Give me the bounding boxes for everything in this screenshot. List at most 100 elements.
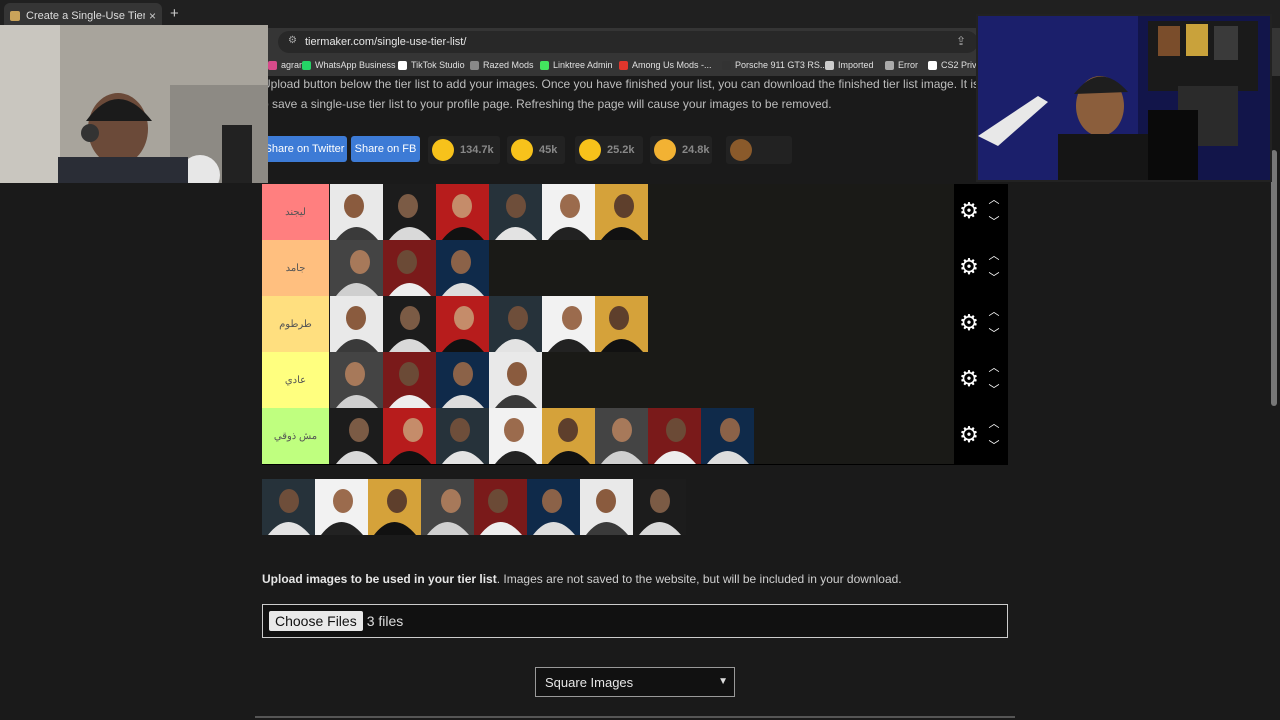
pool-item-image[interactable] xyxy=(421,479,474,535)
tier-item-image[interactable] xyxy=(542,184,595,240)
tier-item-image[interactable] xyxy=(489,296,542,352)
tier-item-image[interactable] xyxy=(436,184,489,240)
portrait-image xyxy=(489,296,542,352)
reaction-button-4[interactable] xyxy=(726,136,792,164)
chevron-down-icon[interactable]: ﹀ xyxy=(986,328,1002,340)
chevron-up-icon[interactable]: ︿ xyxy=(986,418,1002,430)
bookmark-8[interactable]: Error xyxy=(885,60,918,70)
pool-item-image[interactable] xyxy=(527,479,580,535)
heart-eyes-emoji-icon xyxy=(511,139,533,161)
tier-label[interactable]: مش ذوقي xyxy=(262,408,329,464)
chevron-down-icon[interactable]: ﹀ xyxy=(986,384,1002,396)
pool-item-image[interactable] xyxy=(580,479,633,535)
pool-item-image[interactable] xyxy=(633,479,686,535)
bookmark-label: Razed Mods xyxy=(483,60,534,70)
portrait-image xyxy=(542,296,595,352)
tier-item-image[interactable] xyxy=(383,352,436,408)
pool-item-image[interactable] xyxy=(262,479,315,535)
chevron-up-icon[interactable]: ︿ xyxy=(986,250,1002,262)
reaction-button-3[interactable]: 24.8k xyxy=(650,136,712,164)
portrait-image xyxy=(595,184,648,240)
tier-item-image[interactable] xyxy=(595,408,648,464)
file-upload-input[interactable]: Choose Files 3 files xyxy=(262,604,1008,638)
tier-label[interactable]: طرطوم xyxy=(262,296,329,352)
portrait-image xyxy=(436,352,489,408)
tier-controls: ⚙ ︿ ﹀ xyxy=(954,408,1008,464)
tier-item-image[interactable] xyxy=(383,408,436,464)
pool-item-image[interactable] xyxy=(474,479,527,535)
bookmark-1[interactable]: WhatsApp Business xyxy=(302,60,396,70)
pool-item-image[interactable] xyxy=(315,479,368,535)
gear-icon[interactable]: ⚙ xyxy=(958,312,980,334)
tier-item-image[interactable] xyxy=(595,184,648,240)
bookmark-7[interactable]: Imported xyxy=(825,60,874,70)
tier-item-image[interactable] xyxy=(330,296,383,352)
tier-item-image[interactable] xyxy=(648,408,701,464)
tier-item-image[interactable] xyxy=(489,408,542,464)
portrait-image xyxy=(489,352,542,408)
chevron-up-icon[interactable]: ︿ xyxy=(986,194,1002,206)
share-facebook-button[interactable]: Share on FB xyxy=(351,136,420,162)
portrait-image xyxy=(330,296,383,352)
gear-icon[interactable]: ⚙ xyxy=(958,424,980,446)
tier-item-image[interactable] xyxy=(383,296,436,352)
tier-item-image[interactable] xyxy=(383,184,436,240)
choose-files-button[interactable]: Choose Files xyxy=(269,611,363,631)
bookmark-5[interactable]: Among Us Mods -... xyxy=(619,60,712,70)
share-twitter-button[interactable]: Share on Twitter xyxy=(262,136,347,162)
gear-icon[interactable]: ⚙ xyxy=(958,256,980,278)
reaction-button-1[interactable]: 45k xyxy=(507,136,565,164)
chevron-up-icon[interactable]: ︿ xyxy=(986,306,1002,318)
bookmark-2[interactable]: TikTok Studio xyxy=(398,60,465,70)
new-tab-button[interactable]: + xyxy=(170,5,179,22)
tier-item-image[interactable] xyxy=(595,296,648,352)
tier-item-image[interactable] xyxy=(701,408,754,464)
bookmark-label: Error xyxy=(898,60,918,70)
tier-items xyxy=(330,296,648,352)
smile-emoji-icon xyxy=(432,139,454,161)
tier-label[interactable]: ليجند xyxy=(262,184,329,240)
gear-icon[interactable]: ⚙ xyxy=(958,368,980,390)
tier-item-image[interactable] xyxy=(436,352,489,408)
tier-label[interactable]: عادي xyxy=(262,352,329,408)
reaction-button-0[interactable]: 134.7k xyxy=(428,136,500,164)
tier-item-image[interactable] xyxy=(330,240,383,296)
tier-item-image[interactable] xyxy=(436,408,489,464)
bookmark-3[interactable]: Razed Mods xyxy=(470,60,534,70)
image-style-select[interactable]: Square Images ▼ xyxy=(535,667,735,697)
reaction-button-2[interactable]: 25.2k xyxy=(575,136,643,164)
upload-instructions-rest: . Images are not saved to the website, b… xyxy=(496,572,902,586)
tier-item-image[interactable] xyxy=(489,184,542,240)
tier-item-image[interactable] xyxy=(489,352,542,408)
portrait-image xyxy=(489,184,542,240)
chevron-down-icon[interactable]: ﹀ xyxy=(986,272,1002,284)
tier-item-image[interactable] xyxy=(330,408,383,464)
site-info-icon[interactable]: ⚙ xyxy=(288,35,297,46)
bookmark-label: Among Us Mods -... xyxy=(632,60,712,70)
pool-item-image[interactable] xyxy=(368,479,421,535)
tier-item-image[interactable] xyxy=(542,296,595,352)
tab-close-icon[interactable]: × xyxy=(149,9,156,23)
page-scrollbar[interactable] xyxy=(1271,150,1277,406)
tier-item-image[interactable] xyxy=(436,296,489,352)
bookmark-6[interactable]: Porsche 911 GT3 RS... xyxy=(722,60,827,70)
gear-icon[interactable]: ⚙ xyxy=(958,200,980,222)
chevron-up-icon[interactable]: ︿ xyxy=(986,362,1002,374)
image-style-selected: Square Images xyxy=(545,674,634,690)
chevron-down-icon[interactable]: ﹀ xyxy=(986,216,1002,228)
tier-label[interactable]: جامد xyxy=(262,240,329,296)
bookmark-0[interactable]: agram xyxy=(268,60,307,70)
tier-item-image[interactable] xyxy=(436,240,489,296)
url-text[interactable]: tiermaker.com/single-use-tier-list/ xyxy=(305,36,466,48)
portrait-image xyxy=(330,184,383,240)
tier-item-image[interactable] xyxy=(330,184,383,240)
bookmark-favicon-icon xyxy=(540,60,549,70)
bookmark-4[interactable]: Linktree Admin xyxy=(540,60,613,70)
bookmark-favicon-icon xyxy=(268,60,277,70)
tier-row: ليجند ⚙ ︿ ﹀ xyxy=(262,184,1008,241)
share-page-icon[interactable]: ⇪ xyxy=(956,34,966,48)
tier-item-image[interactable] xyxy=(330,352,383,408)
tier-item-image[interactable] xyxy=(383,240,436,296)
chevron-down-icon[interactable]: ﹀ xyxy=(986,440,1002,452)
tier-item-image[interactable] xyxy=(542,408,595,464)
